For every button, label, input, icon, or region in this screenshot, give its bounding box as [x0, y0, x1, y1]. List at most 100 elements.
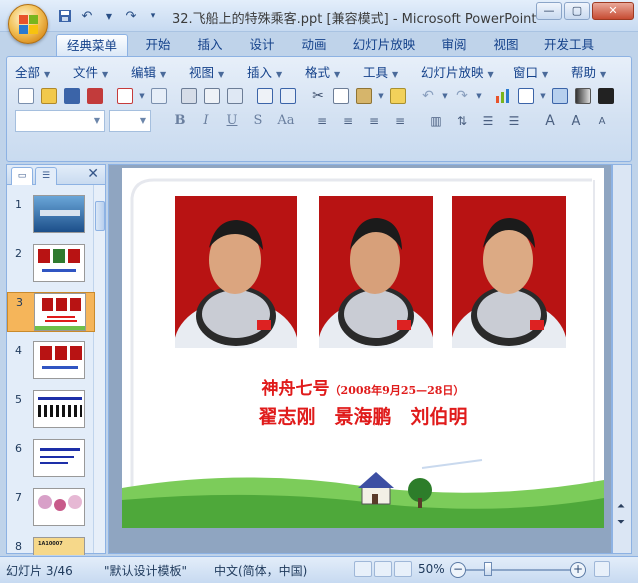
tab-slideshow[interactable]: 幻灯片放映 — [344, 34, 424, 56]
tab-developer[interactable]: 开发工具 — [536, 34, 602, 56]
normal-view-icon[interactable] — [354, 561, 372, 577]
cut-icon[interactable]: ✂ — [307, 85, 329, 107]
slide-canvas[interactable]: 神舟七号（2008年9月25—28日） 翟志刚 景海鹏 刘伯明 — [122, 168, 604, 528]
justify-icon[interactable]: ≡ — [389, 110, 411, 132]
tab-view[interactable]: 视图 — [484, 34, 528, 56]
chevron-down-icon[interactable]: ▼ — [538, 85, 548, 107]
menu-slideshow[interactable]: 幻灯片放映 ▼ — [421, 63, 513, 83]
black-white-icon[interactable] — [595, 85, 617, 107]
table-icon[interactable] — [515, 85, 537, 107]
slide-scrollbar[interactable]: ⏶ ⏷ — [612, 164, 632, 554]
format-painter-icon[interactable] — [387, 85, 409, 107]
menu-window[interactable]: 窗口 ▼ — [513, 63, 571, 83]
thumbnail-slide-1[interactable]: 1 — [7, 195, 95, 235]
slide-sorter-icon[interactable] — [374, 561, 392, 577]
copy-icon[interactable] — [330, 85, 352, 107]
save-icon[interactable] — [56, 7, 74, 25]
font-name-combo[interactable]: ▼ — [15, 110, 105, 132]
zoom-slider-thumb[interactable] — [484, 562, 492, 576]
numbering-icon[interactable]: ☰ — [477, 110, 499, 132]
slides-tab-icon[interactable]: ▭ — [11, 167, 33, 185]
thumbnail-slide-7[interactable]: 7 — [7, 488, 95, 528]
redo-icon[interactable]: ↷ — [451, 85, 473, 107]
redo-icon[interactable]: ↷ — [122, 7, 140, 25]
thumbnail-slide-6[interactable]: 6 — [7, 439, 95, 479]
color-grayscale-icon[interactable] — [572, 85, 594, 107]
tab-home[interactable]: 开始 — [136, 34, 180, 56]
align-right-icon[interactable]: ≡ — [363, 110, 385, 132]
align-center-icon[interactable]: ≡ — [337, 110, 359, 132]
close-icon[interactable]: ✕ — [87, 166, 99, 182]
columns-icon[interactable]: ▥ — [425, 110, 447, 132]
menu-file[interactable]: 文件 ▼ — [73, 63, 131, 83]
menu-all[interactable]: 全部 ▼ — [15, 63, 73, 83]
paste-icon[interactable] — [353, 85, 375, 107]
align-left-icon[interactable]: ≡ — [311, 110, 333, 132]
tab-review[interactable]: 审阅 — [432, 34, 476, 56]
permission-icon[interactable] — [84, 85, 106, 107]
slideshow-view-icon[interactable] — [394, 561, 412, 577]
print-icon[interactable] — [178, 85, 200, 107]
outline-tab-icon[interactable]: ☰ — [35, 167, 57, 185]
customize-icon[interactable]: ▾ — [144, 7, 162, 25]
thumbnail-slide-5[interactable]: 5 — [7, 390, 95, 430]
research-icon[interactable] — [277, 85, 299, 107]
restore-button[interactable]: ▢ — [564, 2, 590, 20]
menu-insert[interactable]: 插入 ▼ — [247, 63, 305, 83]
chart-icon[interactable] — [492, 85, 514, 107]
menu-help[interactable]: 帮助 ▼ — [571, 63, 623, 83]
publish-icon[interactable] — [148, 85, 170, 107]
fit-to-window-icon[interactable] — [594, 561, 610, 577]
chevron-down-icon[interactable]: ▼ — [137, 85, 147, 107]
menu-edit[interactable]: 编辑 ▼ — [131, 63, 189, 83]
undo-icon[interactable]: ↶ — [417, 85, 439, 107]
chevron-down-icon[interactable]: ▼ — [440, 85, 450, 107]
zoom-in-icon[interactable]: + — [570, 562, 586, 578]
new-document-icon[interactable] — [15, 85, 37, 107]
chevron-down-icon[interactable]: ▼ — [474, 85, 484, 107]
insert-picture-icon[interactable] — [549, 85, 571, 107]
print-preview-icon[interactable] — [201, 85, 223, 107]
prev-slide-icon[interactable]: ⏶ — [617, 501, 625, 512]
thumbnail-slide-8[interactable]: 8 1A10007 — [7, 537, 95, 555]
language-indicator[interactable]: 中文(简体，中国) — [214, 562, 307, 579]
chevron-down-icon[interactable]: ▼ — [100, 7, 118, 25]
italic-button[interactable]: I — [195, 111, 217, 131]
screen-icon[interactable] — [224, 85, 246, 107]
theme-name[interactable]: "默认设计模板" — [104, 562, 187, 579]
chevron-down-icon[interactable]: ▼ — [376, 85, 386, 107]
open-folder-icon[interactable] — [38, 85, 60, 107]
close-button[interactable]: ✕ — [592, 2, 634, 20]
tab-animations[interactable]: 动画 — [292, 34, 336, 56]
menu-view[interactable]: 视图 ▼ — [189, 63, 247, 83]
save-icon[interactable] — [61, 85, 83, 107]
font-size-combo[interactable]: ▼ — [109, 110, 151, 132]
tab-classic-menu[interactable]: 经典菜单 — [56, 34, 128, 56]
menu-format[interactable]: 格式 ▼ — [305, 63, 363, 83]
tab-insert[interactable]: 插入 — [188, 34, 232, 56]
next-slide-icon[interactable]: ⏷ — [617, 517, 625, 528]
spelling-icon[interactable] — [254, 85, 276, 107]
zoom-slider[interactable] — [466, 569, 574, 571]
underline-button[interactable]: U — [221, 111, 243, 131]
change-case-button[interactable]: Aa — [273, 111, 299, 131]
undo-icon[interactable]: ↶ — [78, 7, 96, 25]
text-direction-icon[interactable]: ⇅ — [451, 110, 473, 132]
pdf-icon[interactable] — [114, 85, 136, 107]
minimize-button[interactable]: — — [536, 2, 562, 20]
shadow-button[interactable]: S — [247, 111, 269, 131]
thumbnail-slide-2[interactable]: 2 — [7, 244, 95, 284]
font-color-icon[interactable]: A — [539, 110, 561, 132]
shrink-font-icon[interactable]: A — [591, 110, 613, 132]
office-button[interactable] — [8, 4, 48, 44]
bold-button[interactable]: B — [169, 111, 191, 131]
scrollbar-thumb[interactable] — [95, 201, 105, 231]
thumbnail-slide-4[interactable]: 4 — [7, 341, 95, 381]
grow-font-icon[interactable]: A — [565, 110, 587, 132]
zoom-out-icon[interactable]: − — [450, 562, 466, 578]
zoom-level[interactable]: 50% — [418, 562, 445, 576]
menu-tools[interactable]: 工具 ▼ — [363, 63, 421, 83]
bullets-icon[interactable]: ☰ — [503, 110, 525, 132]
tab-design[interactable]: 设计 — [240, 34, 284, 56]
thumbnail-slide-3[interactable]: 3 — [7, 292, 95, 332]
